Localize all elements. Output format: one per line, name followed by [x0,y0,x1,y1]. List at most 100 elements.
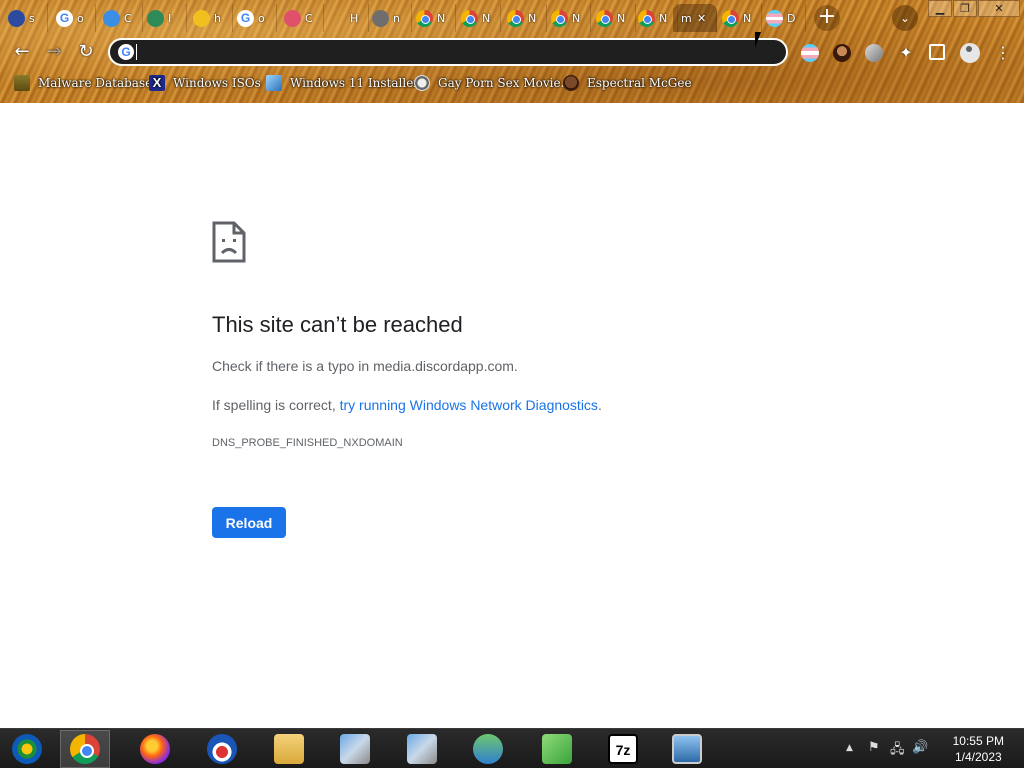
volume-icon[interactable]: 🔊 [912,740,928,755]
address-input[interactable] [147,44,747,60]
taskbar-obama-logo-app[interactable] [197,730,247,768]
tab-15[interactable]: m ✕ [673,4,717,32]
tab-3[interactable]: I [143,4,187,32]
trans-flag-extension-icon[interactable] [801,44,819,62]
network-diagnostics-link[interactable]: try running Windows Network Diagnostics [340,397,598,413]
image-icon [147,9,164,27]
new-tab-button[interactable]: + [814,5,840,31]
history-icon [329,10,346,27]
reload-button[interactable]: Reload [212,507,286,538]
tab-13[interactable]: N [592,4,636,32]
close-tab-icon[interactable]: ✕ [697,12,706,25]
chrome-icon [507,9,524,27]
avatar-extension-icon[interactable] [833,44,851,62]
close-window-button[interactable]: ✕ [978,0,1020,17]
taskbar-disk-utility[interactable] [532,730,582,768]
tab-title: o [258,11,265,25]
browser-frame: s Go C Ih Go C Hn N N N N N Nm ✕ N D + ⌄ ▁ ❐ ✕ ← → ↻ G … [0,0,1024,103]
tab-8[interactable]: n [368,4,412,32]
tab-5[interactable]: Go [233,4,277,32]
bookmark-label: Windows 11 Installer [290,76,420,90]
tab-6[interactable]: C [280,4,324,32]
maximize-button[interactable]: ❐ [953,0,977,17]
bookmarks-bar: Malware Database X Windows ISOs Windows … [0,70,1024,98]
face-icon [563,75,579,91]
tab-title: N [743,11,752,25]
tab-title: n [393,11,400,25]
tab-search-button[interactable]: ⌄ [892,5,918,31]
tab-2[interactable]: C [99,4,143,32]
system-tray: ▲ ⚑ 🖧 🔊 10:55 PM 1/4/2023 [834,729,1024,769]
side-panel-icon[interactable] [929,44,945,60]
start-button[interactable] [2,730,52,768]
disk-utility-icon [542,734,572,764]
profile-icon[interactable] [960,43,980,63]
toolbar: ← → ↻ G ✦ ⋮ [0,34,1024,70]
tab-10[interactable]: N [457,4,501,32]
clock-date: 1/4/2023 [954,750,1002,764]
tab-14[interactable]: N [634,4,678,32]
tab-17[interactable]: D [762,4,806,32]
bookmark-label: Malware Database [38,76,153,90]
folder-icon [274,734,304,764]
taskbar-file-explorer[interactable] [264,730,314,768]
clock[interactable]: 10:55 PM 1/4/2023 [953,733,1004,765]
taskbar-7zip[interactable]: 7z [598,730,648,768]
tab-title: m [681,11,692,25]
show-hidden-icons-button[interactable]: ▲ [846,743,853,753]
flag-icon [766,9,783,27]
bookmark-malware-database[interactable]: Malware Database [14,75,152,91]
clock-time: 10:55 PM [952,734,1004,748]
tab-4[interactable]: h [189,4,233,32]
google-icon: G [118,44,134,60]
tab-title: N [659,11,668,25]
tab-9[interactable]: N [412,4,456,32]
bookmark-windows-isos[interactable]: X Windows ISOs [149,75,261,91]
pencil-icon [8,9,25,27]
tab-1[interactable]: Go [52,4,96,32]
tab-title: N [617,11,626,25]
windows-installer-icon [266,75,282,91]
tab-title: N [572,11,581,25]
taskbar-messenger[interactable] [463,730,513,768]
taskbar-photo-viewer[interactable] [662,730,712,768]
start-orb-icon [12,734,42,764]
chrome-icon [551,9,568,27]
tab-16[interactable]: N [718,4,762,32]
google-icon: G [237,9,254,27]
bookmark-label: Espectral McGee [587,76,692,90]
network-icon[interactable]: 🖧 [890,740,905,762]
forward-button[interactable]: → [41,40,67,66]
gray-icon [372,9,389,27]
kebab-menu-icon[interactable]: ⋮ [994,44,1012,62]
taskbar-setup-program-2[interactable] [397,730,447,768]
mask-icon [193,9,210,27]
app-icon [103,9,120,27]
tab-title: C [124,11,132,25]
back-button[interactable]: ← [9,40,35,66]
diagnostics-suffix: . [597,397,602,413]
error-code: DNS_PROBE_FINISHED_NXDOMAIN [212,437,403,449]
notification-icon [284,9,301,27]
reload-toolbar-button[interactable]: ↻ [73,40,99,66]
x-icon: X [149,75,165,91]
taskbar-setup-program[interactable] [330,730,380,768]
action-center-flag-icon[interactable]: ⚑ [868,740,880,755]
bookmark-label: Gay Porn Sex Movie... [438,76,573,90]
puzzle-icon[interactable]: ✦ [897,44,915,62]
tab-12[interactable]: N [547,4,591,32]
taskbar-firefox[interactable] [130,730,180,768]
bookmark-movie[interactable]: Gay Porn Sex Movie... [414,75,572,91]
setup-icon [340,734,370,764]
bookmark-windows-11-installer[interactable]: Windows 11 Installer [266,75,419,91]
taskbar-chrome[interactable] [60,730,110,768]
bookmark-espectral-mcgee[interactable]: Espectral McGee [563,75,692,91]
tab-0[interactable]: s [4,4,48,32]
tab-7[interactable]: H [325,4,369,32]
minimize-button[interactable]: ▁ [928,0,952,17]
tab-11[interactable]: N [503,4,547,32]
chrome-icon [722,9,739,27]
tab-title: o [77,11,84,25]
address-bar[interactable]: G [108,38,788,66]
bird-extension-icon[interactable] [865,44,883,62]
